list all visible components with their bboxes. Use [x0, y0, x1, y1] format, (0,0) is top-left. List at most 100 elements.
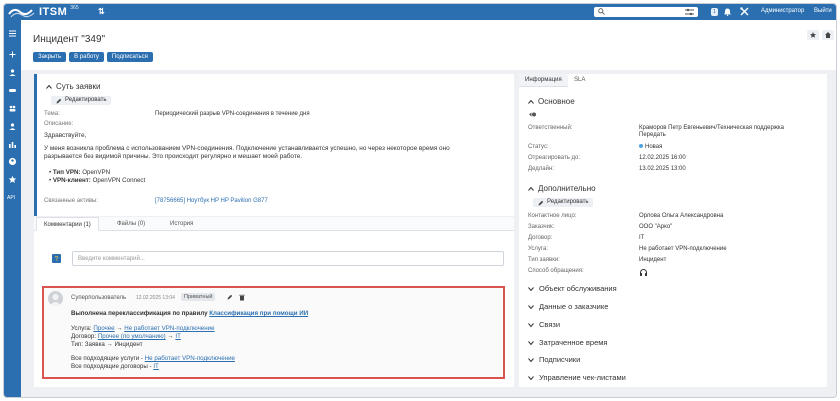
tab-information[interactable]: Информация	[519, 74, 568, 87]
extra-section-toggle[interactable]: Дополнительно	[528, 184, 596, 193]
chart-icon[interactable]	[8, 140, 17, 149]
essence-section-toggle[interactable]: Суть заявки	[46, 82, 101, 91]
profile-icon[interactable]	[8, 157, 17, 166]
tab-files[interactable]: Файлы (0)	[110, 217, 152, 231]
channel-label: Способ обращения:	[528, 268, 584, 274]
logout-link[interactable]: Выйти	[814, 8, 832, 14]
tab-history[interactable]: История	[163, 217, 200, 231]
section-title: Связи	[539, 320, 561, 329]
description-label: Описание:	[44, 121, 74, 127]
assign-icon[interactable]	[529, 111, 537, 118]
section-title: Затраченное время	[539, 338, 608, 347]
add-icon[interactable]	[8, 50, 17, 59]
service-to-link[interactable]: Не работает VPN-подключение	[124, 325, 214, 332]
responsible-link[interactable]: Краморов Петр Евгеньевич/Техническая под…	[639, 125, 784, 131]
description-line-1: У меня возникла проблема с использование…	[44, 145, 450, 152]
search-icon	[598, 8, 605, 15]
section-checklists[interactable]: Управление чек-листами	[528, 373, 626, 382]
team-icon[interactable]	[8, 104, 17, 113]
service-line: Услуга: Прочее → Не работает VPN-подключ…	[71, 325, 215, 332]
section-links[interactable]: Связи	[528, 320, 560, 329]
responsible-label: Ответственный:	[528, 125, 573, 131]
home-icon[interactable]	[822, 30, 834, 40]
close-button[interactable]: Закрыть	[33, 52, 67, 62]
search-input[interactable]	[594, 7, 698, 17]
contract-label: Договор:	[71, 333, 98, 340]
pencil-icon	[56, 98, 62, 103]
vpn-type-item: • Тип VPN: OpenVPN	[49, 169, 111, 176]
request-type-value: Инцидент	[639, 257, 667, 263]
edit-essence-button[interactable]: Редактировать	[51, 96, 112, 105]
chevron-down-icon	[528, 322, 534, 327]
status-text: Новая	[645, 144, 663, 150]
vpn-client-item: • VPN-клиент: OpenVPN Connect	[49, 177, 146, 184]
bell-icon[interactable]	[723, 7, 732, 16]
vpn-client-label: VPN-клиент:	[52, 177, 91, 184]
edit-comment-icon[interactable]	[227, 294, 233, 300]
section-time-spent[interactable]: Затраченное время	[528, 338, 607, 347]
section-service-object[interactable]: Объект обслуживания	[528, 284, 617, 293]
contract-label: Договор:	[528, 235, 553, 241]
tab-comments[interactable]: Комментарии (1)	[36, 217, 99, 231]
section-title: Объект обслуживания	[539, 284, 617, 293]
contract-arrow: →	[165, 333, 176, 340]
customer-link[interactable]: ООО "Арко"	[639, 224, 672, 230]
all-contracts-link[interactable]: IT	[153, 363, 159, 370]
service-link[interactable]: Не работает VPN-подключение	[639, 246, 727, 252]
subscribe-button[interactable]: Подписаться	[106, 52, 153, 62]
description-greeting: Здравствуйте,	[44, 132, 87, 139]
contract-link[interactable]: IT	[639, 235, 644, 241]
service-label: Услуга:	[528, 246, 548, 252]
comment-input[interactable]: Введите комментарий...	[72, 251, 504, 266]
tab-bar: Комментарии (1) Файлы (0) История	[34, 217, 514, 231]
section-title: Управление чек-листами	[539, 373, 626, 382]
basic-section-toggle[interactable]: Основное	[528, 97, 575, 106]
all-contracts-prefix: Все подходящие договоры -	[71, 363, 154, 370]
request-type-label: Тип заявки:	[528, 257, 560, 263]
notification-badge[interactable]: 1	[711, 8, 718, 16]
respond-by-label: Отреагировать до:	[528, 155, 581, 161]
vpn-type-label: Тип VPN:	[52, 169, 81, 176]
star-icon[interactable]	[8, 175, 17, 184]
vpn-client-value: OpenVPN Connect	[90, 177, 146, 184]
user-menu[interactable]: Администратор	[761, 8, 804, 14]
tab-sla[interactable]: SLA	[568, 74, 591, 87]
in-work-button[interactable]: В работу	[69, 52, 104, 62]
api-link[interactable]: API	[7, 195, 15, 201]
assets-link[interactable]: [78756665] Ноутбук HP HP Pavilion G877	[155, 198, 268, 204]
chevron-down-icon	[528, 304, 534, 309]
tools-icon[interactable]	[740, 7, 749, 16]
handshake-icon[interactable]	[8, 86, 17, 95]
favorite-star-icon[interactable]	[807, 30, 819, 40]
rule-link[interactable]: Классификация при помощи ИИ	[209, 310, 308, 317]
essence-title: Суть заявки	[56, 82, 101, 91]
customer-label: Заказчик:	[528, 224, 555, 230]
section-title: Подписчики	[539, 355, 581, 364]
chevron-down-icon	[528, 357, 534, 362]
edit-extra-button[interactable]: Редактировать	[533, 198, 594, 207]
help-icon[interactable]: ?	[52, 254, 61, 263]
all-services-line: Все подходящие услуги - Не работает VPN-…	[71, 355, 235, 362]
section-customer-data[interactable]: Данные о заказчике	[528, 302, 608, 311]
comment-date: 12.02.2025 13:04	[136, 295, 175, 301]
filter-icon[interactable]	[685, 8, 694, 16]
page-header: Инцидент "349" Закрыть В работу Подписат…	[21, 20, 836, 70]
user-icon[interactable]	[8, 122, 17, 131]
topic-label: Тема:	[44, 111, 60, 117]
service-from-link[interactable]: Прочее	[93, 325, 114, 332]
logo-text: ITSM	[39, 6, 68, 18]
transfer-link[interactable]: Передать	[639, 132, 666, 138]
sort-icon[interactable]: ⇅	[98, 7, 105, 16]
contract-to-link[interactable]: IT	[175, 333, 181, 340]
page-title: Инцидент "349"	[33, 34, 106, 45]
section-subscribers[interactable]: Подписчики	[528, 355, 580, 364]
chevron-down-icon	[528, 375, 534, 380]
contract-from-link[interactable]: Прочее (по умолчанию)	[98, 333, 166, 340]
contact-link[interactable]: Орлова Ольга Александровна	[639, 213, 723, 219]
users-icon[interactable]	[8, 68, 17, 77]
logo[interactable]: ITSM 365	[8, 5, 79, 19]
menu-icon[interactable]	[8, 29, 17, 38]
delete-comment-icon[interactable]	[239, 294, 245, 301]
all-services-link[interactable]: Не работает VPN-подключение	[145, 355, 235, 362]
essence-panel: Суть заявки Редактировать Тема: Периодич…	[34, 74, 514, 216]
